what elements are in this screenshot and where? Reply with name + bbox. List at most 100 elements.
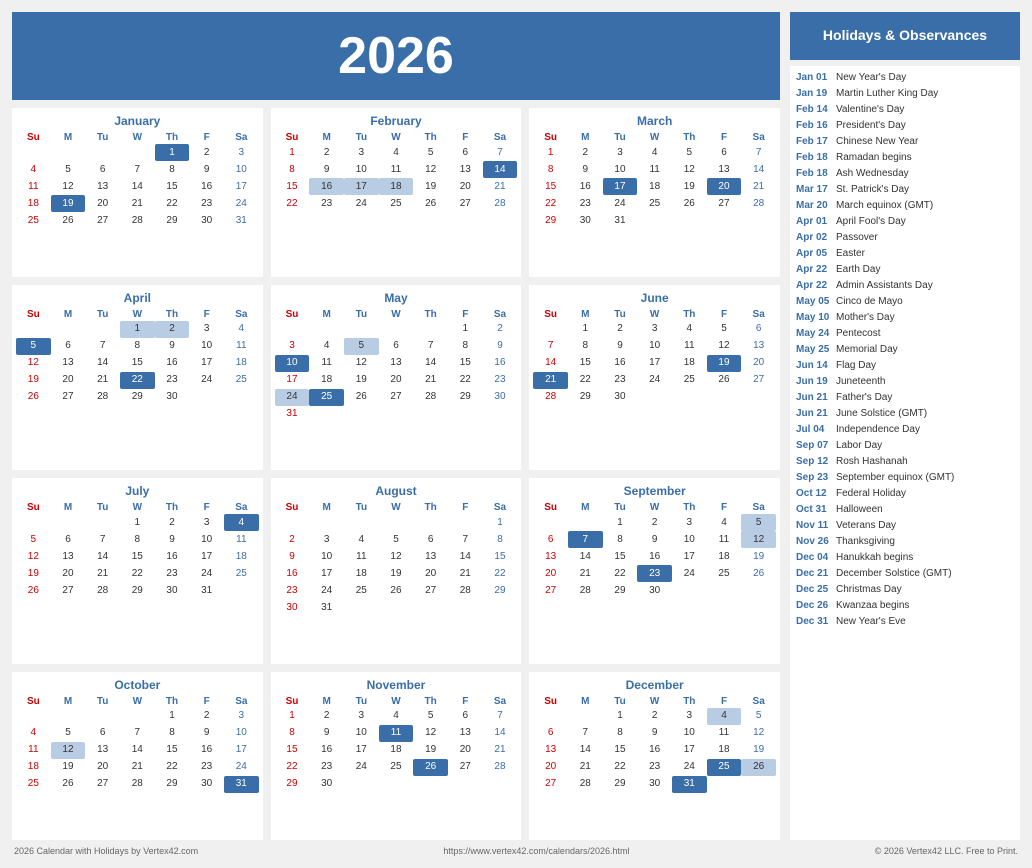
day-cell: 19 — [344, 372, 379, 389]
month-title: September — [533, 482, 776, 501]
day-cell: 20 — [51, 372, 86, 389]
day-cell: 17 — [224, 178, 259, 195]
holiday-name: June Solstice (GMT) — [836, 407, 927, 420]
month-march: MarchSuMTuWThFSa123456789101112131415161… — [529, 108, 780, 277]
day-cell: 10 — [672, 725, 707, 742]
day-cell: 8 — [483, 531, 518, 548]
day-cell: 22 — [568, 372, 603, 389]
day-cell: 7 — [413, 338, 448, 355]
day-header: W — [379, 131, 414, 144]
day-cell: 6 — [379, 338, 414, 355]
day-cell: 11 — [672, 338, 707, 355]
day-cell — [344, 514, 379, 531]
day-cell: 20 — [707, 178, 742, 195]
day-cell: 27 — [533, 776, 568, 793]
day-cell: 27 — [51, 582, 86, 599]
day-cell: 1 — [603, 514, 638, 531]
day-cell: 19 — [413, 742, 448, 759]
day-header: Su — [275, 131, 310, 144]
day-cell: 17 — [189, 548, 224, 565]
day-cell: 8 — [533, 161, 568, 178]
day-cell: 9 — [637, 531, 672, 548]
month-title: June — [533, 289, 776, 308]
day-cell: 3 — [224, 708, 259, 725]
day-cell: 4 — [379, 708, 414, 725]
day-cell: 25 — [224, 565, 259, 582]
holiday-item: Feb 17Chinese New Year — [796, 134, 1014, 150]
day-cell: 27 — [533, 582, 568, 599]
day-cell: 15 — [603, 742, 638, 759]
day-cell: 25 — [16, 212, 51, 229]
holiday-item: Dec 26Kwanzaa begins — [796, 598, 1014, 614]
day-cell: 12 — [413, 725, 448, 742]
day-header: Su — [16, 695, 51, 708]
day-cell: 2 — [637, 708, 672, 725]
holiday-name: March equinox (GMT) — [836, 199, 933, 212]
day-cell: 26 — [51, 776, 86, 793]
day-cell: 27 — [741, 372, 776, 389]
day-cell: 15 — [275, 178, 310, 195]
day-cell: 5 — [707, 321, 742, 338]
day-cell — [51, 144, 86, 161]
holiday-item: Jul 04Independence Day — [796, 422, 1014, 438]
day-cell: 31 — [275, 406, 310, 423]
day-header: Th — [413, 695, 448, 708]
day-cell: 5 — [741, 708, 776, 725]
day-cell: 21 — [483, 742, 518, 759]
holiday-item: Apr 01April Fool's Day — [796, 214, 1014, 230]
day-cell — [448, 776, 483, 793]
day-cell: 2 — [603, 321, 638, 338]
holiday-date: May 25 — [796, 343, 832, 356]
day-cell: 28 — [448, 582, 483, 599]
day-cell — [275, 514, 310, 531]
day-cell: 7 — [568, 725, 603, 742]
holiday-date: Feb 18 — [796, 167, 832, 180]
day-cell: 2 — [309, 144, 344, 161]
day-cell: 31 — [224, 776, 259, 793]
day-cell: 2 — [309, 708, 344, 725]
months-grid: JanuarySuMTuWThFSa1234567891011121314151… — [12, 108, 780, 840]
day-cell: 23 — [155, 565, 190, 582]
month-calendar-grid: SuMTuWThFSa12345678910111213141516171819… — [275, 695, 518, 793]
day-cell: 22 — [275, 195, 310, 212]
day-cell: 13 — [379, 355, 414, 372]
day-cell: 10 — [189, 531, 224, 548]
day-cell: 7 — [120, 161, 155, 178]
day-cell: 27 — [379, 389, 414, 406]
day-cell — [707, 212, 742, 229]
holiday-item: Apr 22Admin Assistants Day — [796, 278, 1014, 294]
day-cell — [51, 321, 86, 338]
day-cell: 31 — [189, 582, 224, 599]
day-cell: 10 — [224, 161, 259, 178]
day-cell: 26 — [413, 759, 448, 776]
day-cell — [448, 514, 483, 531]
day-cell: 28 — [533, 389, 568, 406]
day-cell: 9 — [189, 161, 224, 178]
day-cell: 4 — [224, 514, 259, 531]
day-cell: 11 — [707, 531, 742, 548]
day-cell: 21 — [85, 565, 120, 582]
day-header: Tu — [85, 308, 120, 321]
day-cell: 7 — [568, 531, 603, 548]
month-calendar-grid: SuMTuWThFSa12345678910111213141516171819… — [533, 308, 776, 406]
day-cell: 17 — [224, 742, 259, 759]
holiday-item: Sep 07Labor Day — [796, 438, 1014, 454]
day-cell: 7 — [120, 725, 155, 742]
day-cell: 20 — [379, 372, 414, 389]
day-cell: 17 — [344, 742, 379, 759]
holidays-list: Jan 01New Year's DayJan 19Martin Luther … — [790, 66, 1020, 840]
day-cell: 28 — [568, 582, 603, 599]
day-cell: 5 — [413, 708, 448, 725]
month-may: MaySuMTuWThFSa12345678910111213141516171… — [271, 285, 522, 471]
day-cell: 18 — [707, 548, 742, 565]
day-cell — [16, 144, 51, 161]
holiday-item: May 10Mother's Day — [796, 310, 1014, 326]
day-cell: 10 — [189, 338, 224, 355]
day-cell: 11 — [16, 742, 51, 759]
month-calendar-grid: SuMTuWThFSa12345678910111213141516171819… — [16, 308, 259, 406]
day-header: W — [120, 131, 155, 144]
day-cell: 1 — [155, 708, 190, 725]
holiday-name: Hanukkah begins — [836, 551, 913, 564]
day-cell: 24 — [344, 759, 379, 776]
day-cell: 21 — [120, 195, 155, 212]
